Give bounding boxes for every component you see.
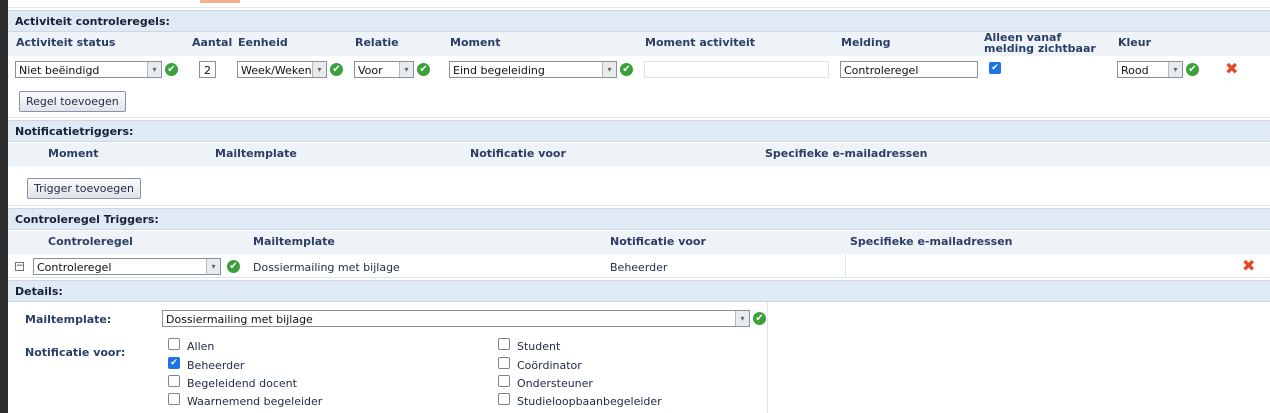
select-value: Rood <box>1121 64 1149 77</box>
valid-check-icon: ✔ <box>620 63 633 76</box>
col-moment-activiteit: Moment activiteit <box>645 36 756 49</box>
chevron-down-icon: ▾ <box>399 62 413 77</box>
studieloopbaanbegeleider-checkbox[interactable] <box>498 393 510 405</box>
kleur-select[interactable]: Rood ▾ <box>1117 61 1183 78</box>
notificatie-rows: Trigger toevoegen <box>8 166 1270 206</box>
option-coordinator: Coördinator <box>517 359 582 372</box>
valid-check-icon: ✔ <box>753 312 766 325</box>
section-activiteit-controleregels: Activiteit controleregels: <box>8 10 1270 32</box>
coordinator-checkbox[interactable] <box>498 357 510 369</box>
col-melding: Melding <box>841 36 891 49</box>
melding-input[interactable]: Controleregel <box>840 61 978 78</box>
activiteit-rows: Niet beëindigd ▾ ✔ 2 Week/Weken ▾ ✔ Voor… <box>8 56 1270 118</box>
begeleidend-docent-checkbox[interactable] <box>168 375 180 387</box>
col-moment: Moment <box>48 147 99 160</box>
moment-select[interactable]: Eind begeleiding ▾ <box>449 61 617 78</box>
select-value: Controleregel <box>37 261 112 274</box>
controleregel-trigger-row: − Controleregel ▾ ✔ Dossiermailing met b… <box>8 254 1270 278</box>
beheerder-checkbox[interactable]: ✔ <box>168 357 180 369</box>
col-mailtemplate: Mailtemplate <box>253 235 335 248</box>
chevron-down-icon: ▾ <box>735 311 749 326</box>
regel-toevoegen-button[interactable]: Regel toevoegen <box>19 91 126 112</box>
option-student: Student <box>517 340 561 353</box>
alleen-vanaf-checkbox[interactable]: ✔ <box>989 62 1001 74</box>
activiteit-status-select[interactable]: Niet beëindigd ▾ <box>15 61 162 78</box>
option-begeleidend-docent: Begeleidend docent <box>187 377 297 390</box>
valid-check-icon: ✔ <box>1186 63 1199 76</box>
trigger-toevoegen-button[interactable]: Trigger toevoegen <box>27 178 141 199</box>
allen-checkbox[interactable] <box>168 338 180 350</box>
chevron-down-icon: ▾ <box>147 62 161 77</box>
section-title: Notificatietriggers: <box>15 125 134 138</box>
eenheid-select[interactable]: Week/Weken ▾ <box>237 61 327 78</box>
valid-check-icon: ✔ <box>227 260 240 273</box>
chevron-down-icon: ▾ <box>1168 62 1182 77</box>
select-value: Week/Weken <box>241 64 312 77</box>
controleregel-header-row: Controleregel Mailtemplate Notificatie v… <box>8 231 1270 254</box>
details-mailtemplate-select[interactable]: Dossiermailing met bijlage ▾ <box>162 310 750 327</box>
col-controleregel: Controleregel <box>48 235 133 248</box>
chevron-down-icon: ▾ <box>206 259 220 274</box>
section-notificatietriggers: Notificatietriggers: <box>8 120 1270 142</box>
col-notificatie-voor: Notificatie voor <box>470 147 566 160</box>
collapse-icon[interactable]: − <box>15 262 24 271</box>
select-value: Dossiermailing met bijlage <box>166 313 313 326</box>
valid-check-icon: ✔ <box>330 63 343 76</box>
row-mailtemplate: Dossiermailing met bijlage <box>253 261 400 274</box>
col-aantal: Aantal <box>192 36 233 49</box>
valid-check-icon: ✔ <box>417 63 430 76</box>
notificatie-header-row: Moment Mailtemplate Notificatie voor Spe… <box>8 143 1270 166</box>
details-panel: Mailtemplate: Dossiermailing met bijlage… <box>8 302 768 413</box>
select-value: Voor <box>358 64 383 77</box>
moment-activiteit-field[interactable] <box>644 61 829 78</box>
col-specifieke-emailadressen: Specifieke e-mailadressen <box>850 235 1013 248</box>
mailtemplate-label: Mailtemplate: <box>25 313 112 326</box>
aantal-input[interactable]: 2 <box>199 61 216 78</box>
select-value: Eind begeleiding <box>453 64 545 77</box>
col-activiteit-status: Activiteit status <box>16 36 116 49</box>
col-kleur: Kleur <box>1118 36 1152 49</box>
main-content: Activiteit controleregels: Activiteit st… <box>8 0 1270 413</box>
option-studieloopbaanbegeleider: Studieloopbaanbegeleider <box>517 395 662 408</box>
col-alleen-vanaf-melding: Alleen vanaf melding zichtbaar <box>984 31 1096 55</box>
section-title: Activiteit controleregels: <box>15 15 170 28</box>
waarnemend-begeleider-checkbox[interactable] <box>168 393 180 405</box>
section-details: Details: <box>8 280 1270 302</box>
section-title: Details: <box>15 285 63 298</box>
row-notificatie-voor: Beheerder <box>610 261 668 274</box>
controleregel-select[interactable]: Controleregel ▾ <box>33 258 221 275</box>
section-controleregel-triggers: Controleregel Triggers: <box>8 208 1270 230</box>
option-beheerder: Beheerder <box>187 359 245 372</box>
select-value: Niet beëindigd <box>19 64 100 77</box>
section-title: Controleregel Triggers: <box>15 213 159 226</box>
option-ondersteuner: Ondersteuner <box>517 377 593 390</box>
col-moment: Moment <box>450 36 501 49</box>
option-waarnemend-begeleider: Waarnemend begeleider <box>187 395 323 408</box>
delete-trigger-icon[interactable]: ✖ <box>1242 258 1255 274</box>
option-allen: Allen <box>187 340 215 353</box>
chevron-down-icon: ▾ <box>602 62 616 77</box>
activiteit-header-row: Activiteit status Aantal Eenheid Relatie… <box>8 32 1270 56</box>
chevron-down-icon: ▾ <box>312 62 326 77</box>
ondersteuner-checkbox[interactable] <box>498 375 510 387</box>
student-checkbox[interactable] <box>498 338 510 350</box>
col-notificatie-voor: Notificatie voor <box>610 235 706 248</box>
col-relatie: Relatie <box>355 36 399 49</box>
notificatie-voor-label: Notificatie voor: <box>25 346 126 359</box>
valid-check-icon: ✔ <box>165 63 178 76</box>
col-mailtemplate: Mailtemplate <box>215 147 297 160</box>
column-divider <box>845 254 846 278</box>
delete-row-icon[interactable]: ✖ <box>1225 61 1238 77</box>
relatie-select[interactable]: Voor ▾ <box>354 61 414 78</box>
window-edge <box>0 0 8 413</box>
col-specifieke-emailadressen: Specifieke e-mailadressen <box>765 147 928 160</box>
col-eenheid: Eenheid <box>238 36 288 49</box>
